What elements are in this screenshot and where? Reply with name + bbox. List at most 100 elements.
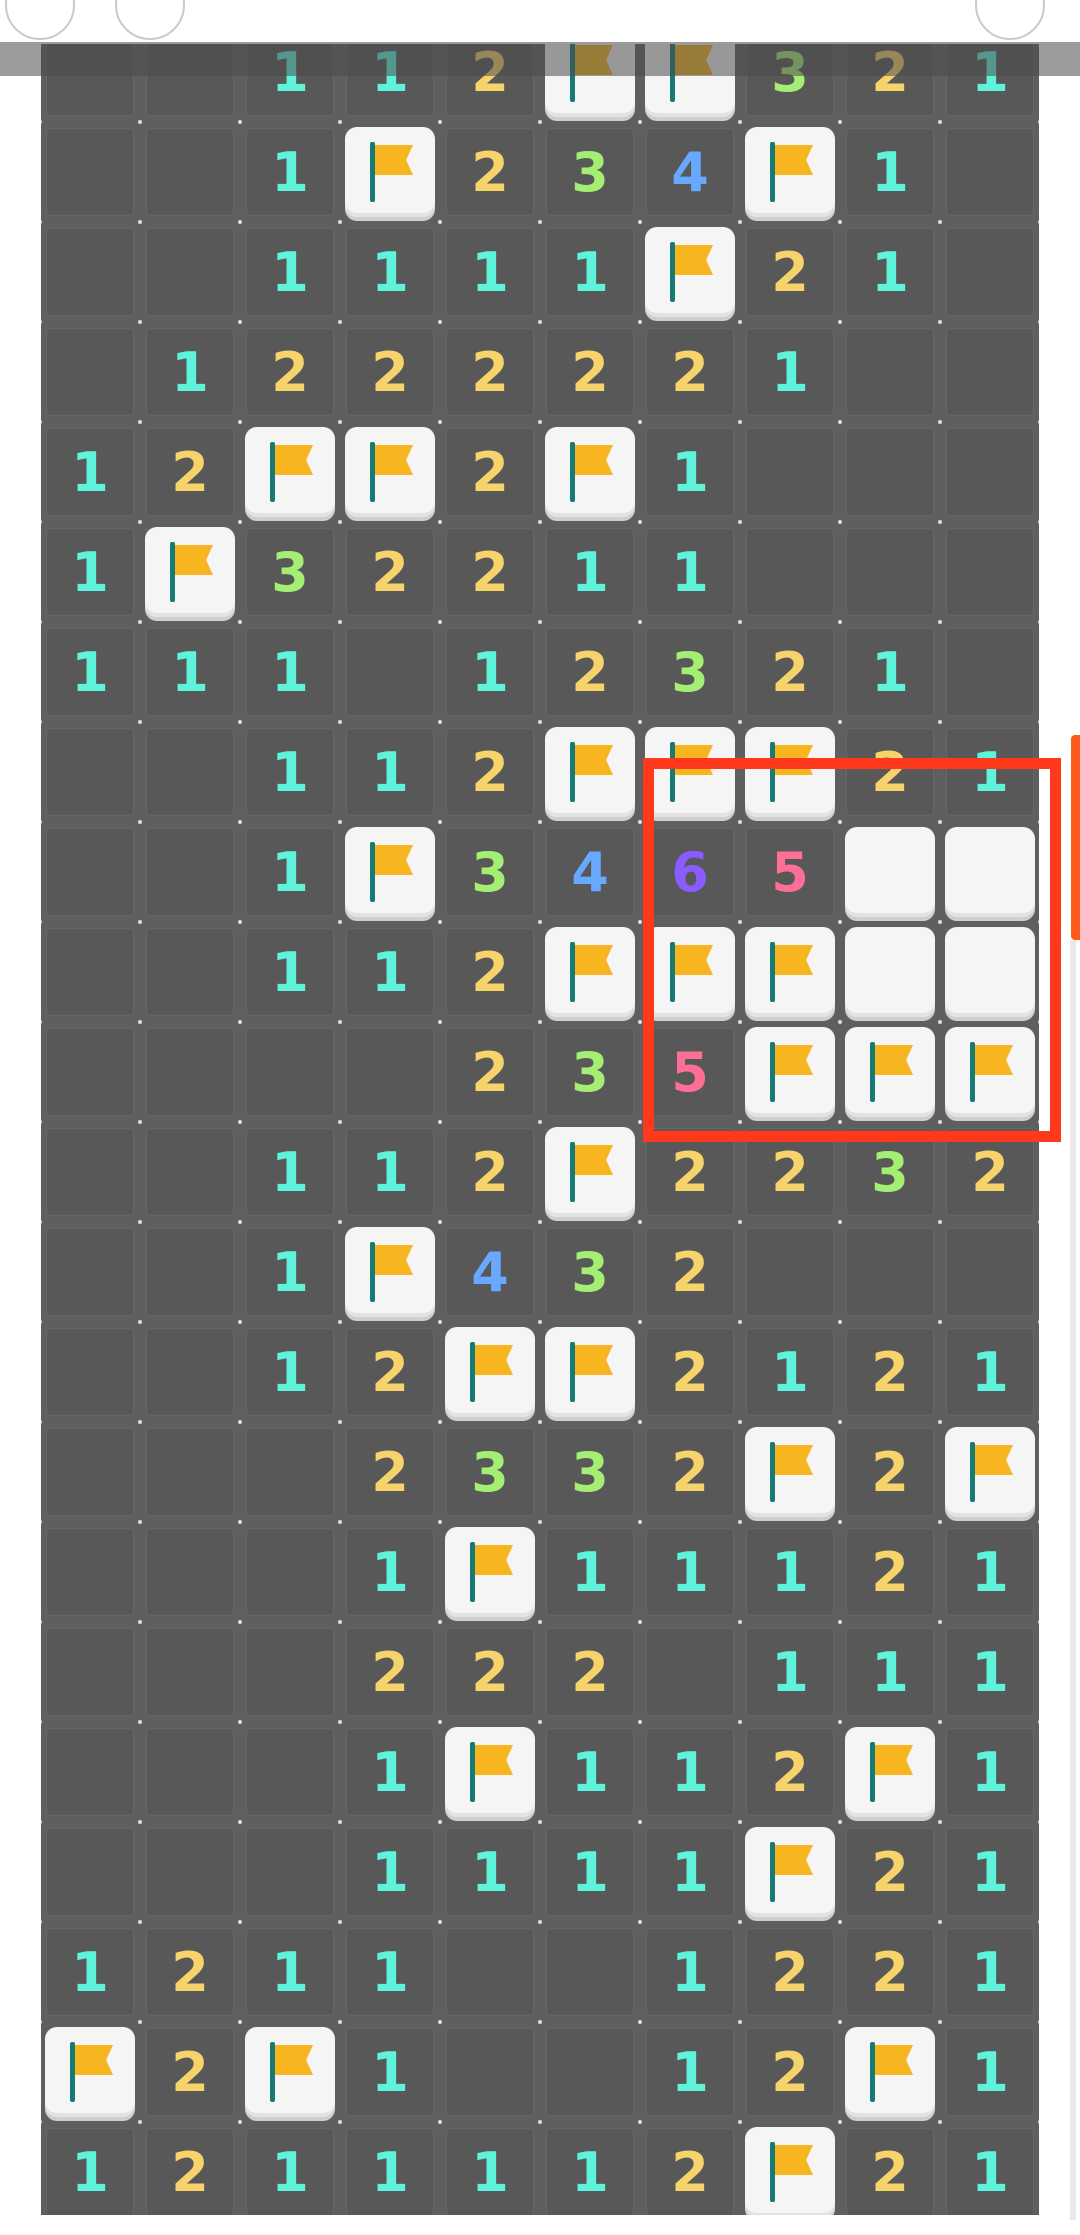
- number-cell[interactable]: 1: [440, 222, 540, 322]
- empty-cell[interactable]: [940, 622, 1039, 722]
- flagged-cell[interactable]: [340, 1222, 440, 1322]
- empty-cell[interactable]: [41, 1522, 140, 1622]
- number-cell[interactable]: 3: [740, 44, 840, 122]
- number-cell[interactable]: 2: [140, 1922, 240, 2022]
- number-cell[interactable]: 1: [940, 1822, 1039, 1922]
- number-cell[interactable]: 2: [840, 1922, 940, 2022]
- number-cell[interactable]: 1: [240, 822, 340, 922]
- number-cell[interactable]: 2: [640, 1122, 740, 1222]
- flagged-cell[interactable]: [240, 422, 340, 522]
- flagged-cell[interactable]: [840, 2022, 940, 2122]
- number-cell[interactable]: 2: [440, 722, 540, 822]
- number-cell[interactable]: 1: [540, 522, 640, 622]
- number-cell[interactable]: 1: [140, 622, 240, 722]
- number-cell[interactable]: 2: [340, 522, 440, 622]
- empty-cell[interactable]: [240, 1622, 340, 1722]
- empty-cell[interactable]: [140, 222, 240, 322]
- flagged-cell[interactable]: [440, 1522, 540, 1622]
- scrollbar-track[interactable]: [1070, 940, 1076, 2220]
- empty-cell[interactable]: [41, 1222, 140, 1322]
- empty-cell[interactable]: [41, 1822, 140, 1922]
- number-cell[interactable]: 1: [240, 2122, 340, 2215]
- number-cell[interactable]: 1: [940, 1622, 1039, 1722]
- empty-cell[interactable]: [41, 922, 140, 1022]
- number-cell[interactable]: 2: [840, 1322, 940, 1422]
- flagged-cell[interactable]: [540, 922, 640, 1022]
- number-cell[interactable]: 1: [640, 1522, 740, 1622]
- flagged-cell[interactable]: [440, 1322, 540, 1422]
- number-cell[interactable]: 1: [540, 1522, 640, 1622]
- flagged-cell[interactable]: [340, 122, 440, 222]
- number-cell[interactable]: 1: [640, 1822, 740, 1922]
- empty-cell[interactable]: [940, 522, 1039, 622]
- number-cell[interactable]: 1: [840, 1622, 940, 1722]
- number-cell[interactable]: 1: [240, 722, 340, 822]
- flagged-cell[interactable]: [540, 722, 640, 822]
- number-cell[interactable]: 1: [41, 522, 140, 622]
- empty-cell[interactable]: [140, 822, 240, 922]
- empty-cell[interactable]: [240, 1722, 340, 1822]
- number-cell[interactable]: 1: [340, 222, 440, 322]
- number-cell[interactable]: 2: [640, 1322, 740, 1422]
- number-cell[interactable]: 2: [440, 122, 540, 222]
- flagged-cell[interactable]: [940, 1022, 1039, 1122]
- number-cell[interactable]: 1: [240, 122, 340, 222]
- number-cell[interactable]: 1: [340, 922, 440, 1022]
- empty-cell[interactable]: [140, 922, 240, 1022]
- empty-cell[interactable]: [41, 1622, 140, 1722]
- number-cell[interactable]: 1: [240, 622, 340, 722]
- number-cell[interactable]: 1: [340, 1122, 440, 1222]
- number-cell[interactable]: 3: [240, 522, 340, 622]
- number-cell[interactable]: 2: [140, 422, 240, 522]
- number-cell[interactable]: 1: [740, 1622, 840, 1722]
- number-cell[interactable]: 1: [340, 1822, 440, 1922]
- flagged-cell[interactable]: [440, 1722, 540, 1822]
- number-cell[interactable]: 2: [440, 1622, 540, 1722]
- number-cell[interactable]: 2: [340, 1322, 440, 1422]
- toolbar-button-second[interactable]: [115, 0, 185, 40]
- empty-cell[interactable]: [540, 1922, 640, 2022]
- number-cell[interactable]: 2: [740, 2022, 840, 2122]
- number-cell[interactable]: 1: [840, 222, 940, 322]
- number-cell[interactable]: 2: [840, 1822, 940, 1922]
- number-cell[interactable]: 1: [340, 2022, 440, 2122]
- empty-cell[interactable]: [140, 1822, 240, 1922]
- number-cell[interactable]: 1: [840, 122, 940, 222]
- number-cell[interactable]: 1: [940, 1922, 1039, 2022]
- number-cell[interactable]: 2: [340, 1622, 440, 1722]
- number-cell[interactable]: 2: [340, 1422, 440, 1522]
- empty-cell[interactable]: [240, 1022, 340, 1122]
- flagged-cell[interactable]: [740, 1422, 840, 1522]
- number-cell[interactable]: 2: [240, 322, 340, 422]
- empty-cell[interactable]: [540, 2022, 640, 2122]
- empty-cell[interactable]: [41, 1022, 140, 1122]
- number-cell[interactable]: 1: [940, 1522, 1039, 1622]
- minesweeper-board[interactable]: 1123211234111112112222211221132211111123…: [41, 44, 1039, 2215]
- number-cell[interactable]: 2: [740, 1122, 840, 1222]
- number-cell[interactable]: 5: [740, 822, 840, 922]
- number-cell[interactable]: 1: [140, 322, 240, 422]
- number-cell[interactable]: 1: [340, 722, 440, 822]
- number-cell[interactable]: 1: [940, 1722, 1039, 1822]
- number-cell[interactable]: 3: [440, 822, 540, 922]
- number-cell[interactable]: 1: [240, 1322, 340, 1422]
- empty-cell[interactable]: [440, 2022, 540, 2122]
- flagged-cell[interactable]: [840, 1722, 940, 1822]
- number-cell[interactable]: 2: [840, 1522, 940, 1622]
- number-cell[interactable]: 1: [940, 2022, 1039, 2122]
- flagged-cell[interactable]: [41, 2022, 140, 2122]
- empty-cell[interactable]: [140, 44, 240, 122]
- number-cell[interactable]: 1: [540, 222, 640, 322]
- number-cell[interactable]: 3: [540, 1422, 640, 1522]
- number-cell[interactable]: 2: [440, 422, 540, 522]
- flagged-cell[interactable]: [540, 44, 640, 122]
- number-cell[interactable]: 1: [340, 1922, 440, 2022]
- number-cell[interactable]: 1: [41, 622, 140, 722]
- number-cell[interactable]: 2: [440, 1022, 540, 1122]
- empty-cell[interactable]: [41, 822, 140, 922]
- empty-cell[interactable]: [41, 1122, 140, 1222]
- number-cell[interactable]: 1: [640, 522, 740, 622]
- empty-cell[interactable]: [41, 44, 140, 122]
- empty-cell[interactable]: [140, 1322, 240, 1422]
- empty-cell[interactable]: [240, 1522, 340, 1622]
